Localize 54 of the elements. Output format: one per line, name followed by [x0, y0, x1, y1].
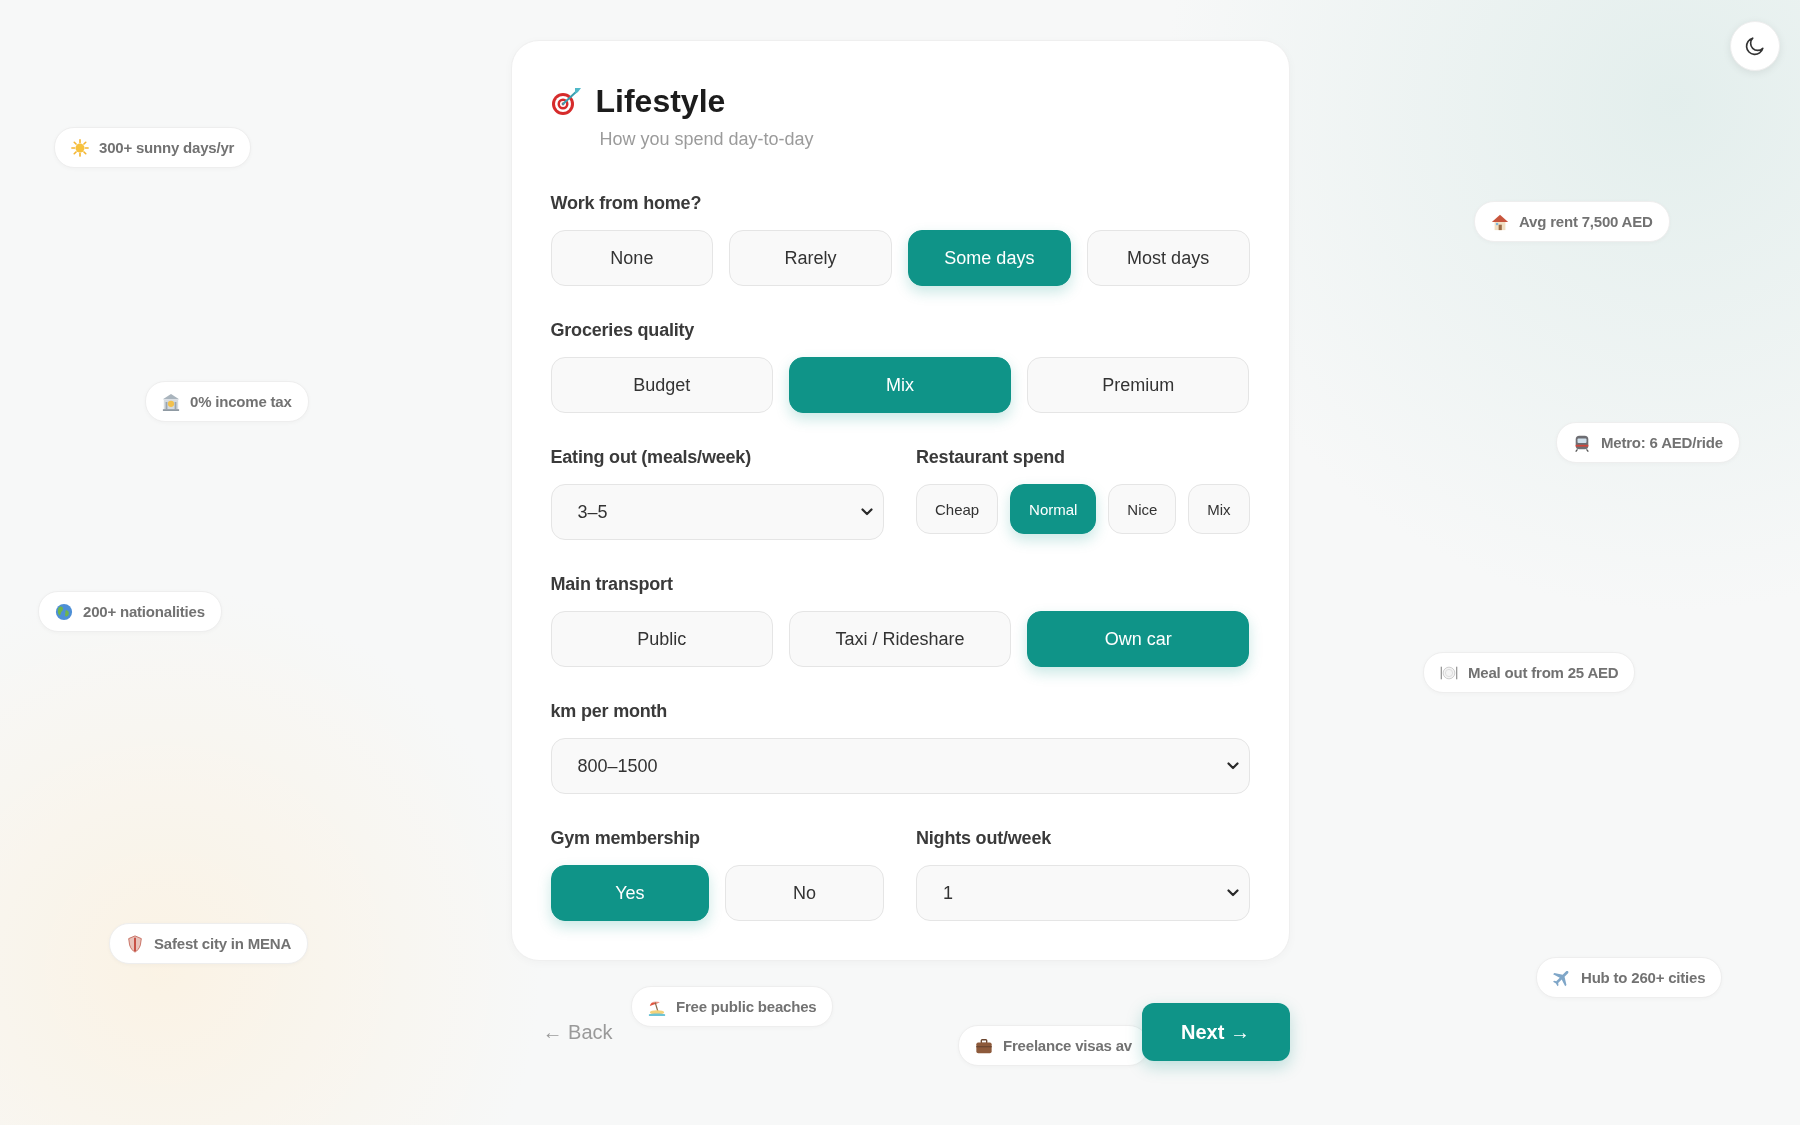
option-button[interactable]: None	[550, 230, 714, 286]
house-icon	[1491, 212, 1509, 231]
dropdown-select[interactable]: 800–1500	[550, 738, 1250, 794]
field-label: Nights out/week	[916, 827, 1052, 849]
airplane-icon	[1553, 968, 1571, 987]
section-title: Lifestyle	[595, 82, 727, 121]
option-button[interactable]: Budget	[550, 357, 773, 413]
train-icon	[1573, 433, 1591, 452]
option-button[interactable]: Own car	[1027, 611, 1250, 667]
option-pill[interactable]: Cheap	[916, 484, 999, 534]
target-icon	[550, 86, 582, 117]
globe-icon	[55, 602, 73, 621]
option-button[interactable]: Yes	[550, 865, 710, 921]
fact-text: Freelance visas av	[1003, 1037, 1132, 1054]
fact-text: 300+ sunny days/yr	[99, 139, 235, 156]
dropdown-select[interactable]: 1	[916, 865, 1250, 921]
next-button[interactable]: Next →	[1141, 1003, 1290, 1061]
moon-icon	[1744, 35, 1766, 57]
field-label: Restaurant spend	[916, 446, 1066, 468]
field-label: Main transport	[550, 573, 674, 595]
option-button[interactable]: No	[725, 865, 884, 921]
option-pill[interactable]: Mix	[1188, 484, 1250, 534]
option-pill[interactable]: Nice	[1108, 484, 1177, 534]
briefcase-icon	[975, 1036, 993, 1055]
chevron-down-icon	[861, 508, 873, 516]
field-label: Gym membership	[550, 827, 701, 849]
option-button[interactable]: Rarely	[729, 230, 892, 286]
field-label: Work from home?	[550, 192, 703, 214]
fact-text: 0% income tax	[190, 393, 292, 410]
chevron-down-icon	[1226, 762, 1239, 770]
option-button[interactable]: Some days	[908, 230, 1071, 286]
fact-text: 200+ nationalities	[83, 603, 205, 620]
option-pill[interactable]: Normal	[1010, 484, 1097, 534]
field-label: km per month	[550, 700, 669, 722]
field-label: Groceries quality	[550, 319, 696, 341]
chevron-down-icon	[1226, 889, 1239, 897]
option-button[interactable]: Premium	[1027, 357, 1250, 413]
bank-icon	[162, 392, 180, 411]
section-subtitle: How you spend day-to-day	[599, 128, 814, 150]
option-button[interactable]: Public	[550, 611, 773, 667]
fact-text: Metro: 6 AED/ride	[1601, 434, 1723, 451]
option-button[interactable]: Taxi / Rideshare	[788, 611, 1012, 667]
sun-icon	[71, 138, 89, 157]
fact-text: Meal out from 25 AED	[1468, 664, 1619, 681]
option-button[interactable]: Most days	[1086, 230, 1250, 286]
shield-icon	[126, 934, 144, 953]
dropdown-select[interactable]: 3–5	[550, 484, 884, 540]
field-label: Eating out (meals/week)	[550, 446, 752, 468]
fact-text: Free public beaches	[676, 998, 817, 1015]
fact-text: Safest city in MENA	[154, 935, 292, 952]
option-button[interactable]: Mix	[788, 357, 1012, 413]
fact-text: Hub to 260+ cities	[1581, 969, 1706, 986]
theme-toggle-button[interactable]	[1730, 21, 1780, 71]
fact-text: Avg rent 7,500 AED	[1519, 213, 1653, 230]
